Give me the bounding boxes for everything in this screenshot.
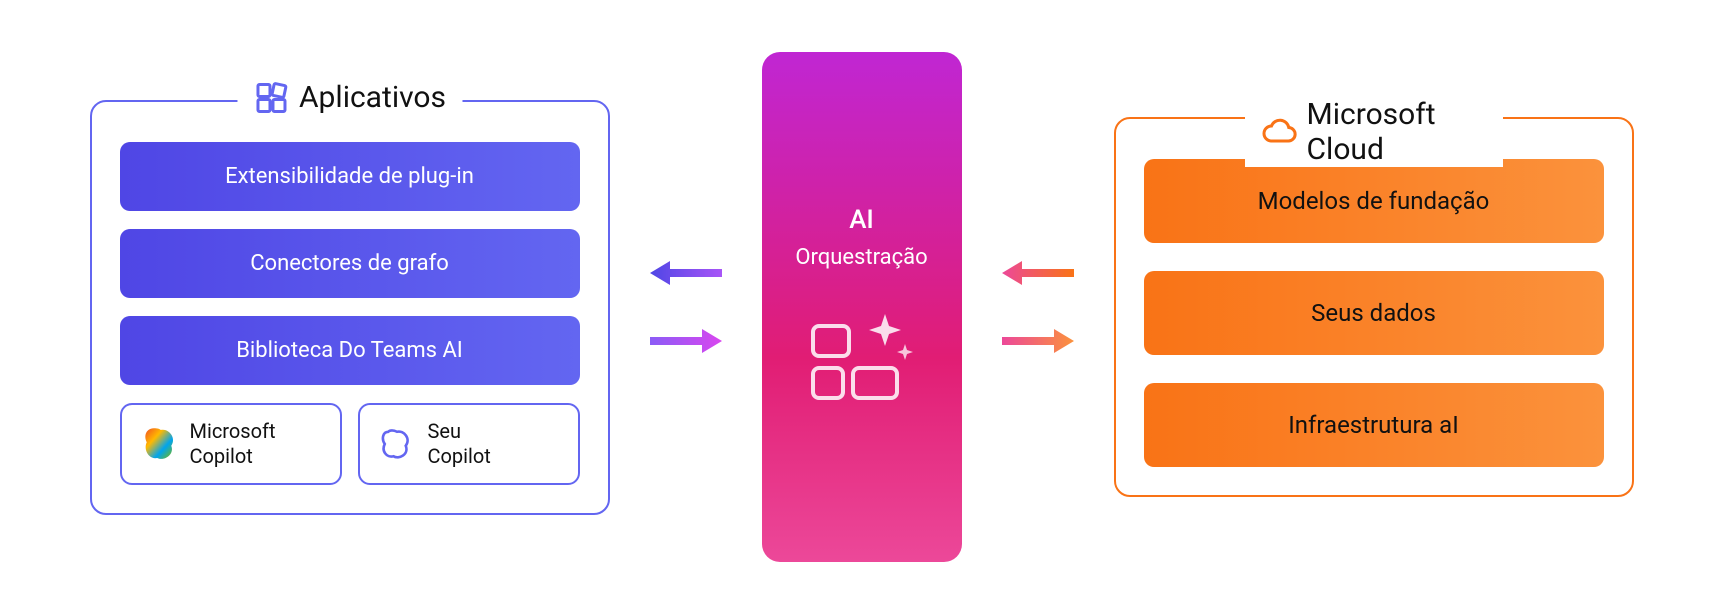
- ms-copilot-label-top: Microsoft: [190, 419, 276, 444]
- cloud-item-models: Modelos de fundação: [1144, 159, 1604, 243]
- your-copilot-label-bottom: Copilot: [428, 444, 491, 469]
- arrow-left-top: [650, 259, 722, 287]
- apps-icon: [253, 80, 289, 116]
- app-item-teams-ai: Biblioteca Do Teams AI: [120, 316, 580, 385]
- cloud-item-data: Seus dados: [1144, 271, 1604, 355]
- arrows-left: [650, 259, 722, 355]
- apps-panel-title: Aplicativos: [237, 80, 462, 116]
- app-item-plugin: Extensibilidade de plug-in: [120, 142, 580, 211]
- cloud-panel: Microsoft Cloud Modelos de fundação Seus…: [1114, 117, 1634, 497]
- arrow-left-bottom: [650, 327, 722, 355]
- ms-copilot-label-bottom: Copilot: [190, 444, 276, 469]
- your-copilot-box: Seu Copilot: [358, 403, 580, 485]
- arrow-right-top: [1002, 259, 1074, 287]
- your-copilot-label-top: Seu: [428, 419, 491, 444]
- cloud-panel-title: Microsoft Cloud: [1245, 97, 1503, 167]
- cloud-title-text: Microsoft Cloud: [1307, 97, 1487, 167]
- sparkle-tiles-icon: [807, 310, 917, 410]
- cloud-icon: [1261, 114, 1297, 150]
- ai-subtitle: Orquestração: [795, 245, 927, 270]
- architecture-diagram: Aplicativos Extensibilidade de plug-in C…: [20, 20, 1703, 594]
- app-item-graph: Conectores de grafo: [120, 229, 580, 298]
- ai-title: AI: [849, 205, 874, 235]
- apps-title-text: Aplicativos: [299, 80, 446, 115]
- ms-copilot-box: Microsoft Copilot: [120, 403, 342, 485]
- ms-copilot-icon: [138, 423, 180, 465]
- copilot-row: Microsoft Copilot Seu Copilot: [120, 403, 580, 485]
- arrow-right-bottom: [1002, 327, 1074, 355]
- arrows-right: [1002, 259, 1074, 355]
- your-copilot-icon: [376, 423, 418, 465]
- apps-panel: Aplicativos Extensibilidade de plug-in C…: [90, 100, 610, 515]
- ai-orchestration-panel: AI Orquestração: [762, 52, 962, 562]
- cloud-item-infra: Infraestrutura aI: [1144, 383, 1604, 467]
